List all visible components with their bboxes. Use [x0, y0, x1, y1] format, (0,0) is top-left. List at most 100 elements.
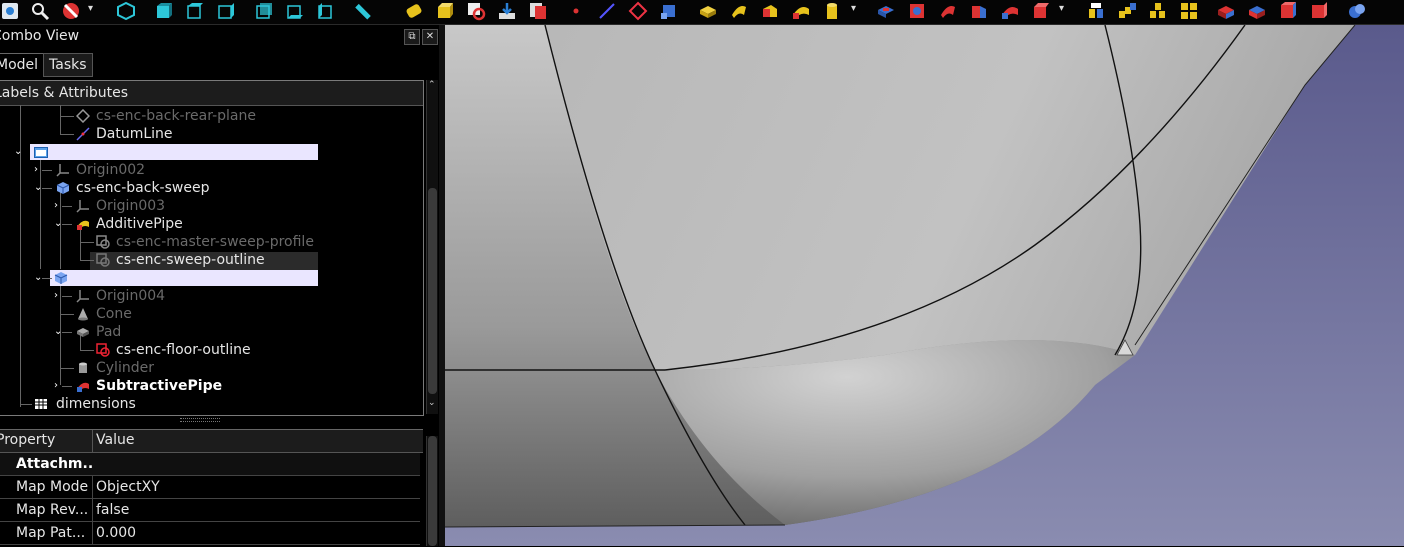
tree-item-floor-outline[interactable]: cs-enc-floor-outline	[0, 341, 400, 359]
view-rear-icon[interactable]	[254, 1, 274, 21]
draw-style-dropdown-icon[interactable]: ▾	[88, 3, 93, 14]
view-front-icon[interactable]	[154, 1, 174, 21]
combo-view-title: Combo View	[0, 28, 80, 44]
zoom-icon[interactable]	[30, 1, 50, 21]
property-scroll-thumb[interactable]	[428, 436, 437, 546]
collapse-arrow-icon[interactable]: ⌄	[14, 143, 22, 161]
body-icon	[54, 272, 68, 284]
datum-point-icon[interactable]	[566, 1, 586, 21]
tree-item-cone[interactable]: Cone	[0, 305, 400, 323]
property-row[interactable]: Map Mode ObjectXY	[0, 476, 420, 499]
subtractive-pipe-tool-icon[interactable]	[1000, 1, 1020, 21]
view-fit-icon[interactable]	[0, 1, 20, 21]
close-panel-icon[interactable]: ✕	[422, 29, 438, 45]
property-name: Map Mode	[16, 479, 89, 495]
tree-item-origin003[interactable]: › Origin003	[0, 197, 400, 215]
origin-icon	[76, 200, 89, 213]
property-row[interactable]: Map Rev... false	[0, 499, 420, 522]
additive-pipe-tool-icon[interactable]	[791, 1, 811, 21]
tree-item-body[interactable]: ⌄	[0, 269, 400, 287]
fillet-icon[interactable]	[1216, 1, 1236, 21]
view-left-icon[interactable]	[316, 1, 336, 21]
scroll-down-icon[interactable]: ⌄	[428, 398, 436, 408]
tree-item-rear-plane[interactable]: cs-enc-back-rear-plane	[0, 107, 400, 125]
3d-viewport[interactable]	[445, 25, 1404, 546]
tree-item-additive-pipe[interactable]: ⌄ AdditivePipe	[0, 215, 400, 233]
revolution-icon[interactable]	[729, 1, 749, 21]
property-row[interactable]: Map Pat... 0.000	[0, 522, 420, 545]
chamfer-icon[interactable]	[1247, 1, 1267, 21]
view-isometric-icon[interactable]	[116, 1, 136, 21]
local-cs-icon[interactable]	[659, 1, 679, 21]
expand-arrow-icon[interactable]: ›	[54, 287, 58, 305]
datum-line-tool-icon[interactable]	[597, 1, 617, 21]
tab-model[interactable]: Model	[0, 53, 45, 76]
shape-binder-icon	[96, 253, 110, 267]
subtractive-loft-icon[interactable]	[969, 1, 989, 21]
panel-splitter-handle[interactable]	[180, 418, 220, 422]
tree-item-origin004[interactable]: › Origin004	[0, 287, 400, 305]
tree-scroll-thumb[interactable]	[428, 188, 437, 394]
property-scrollbar[interactable]	[426, 436, 438, 546]
property-column-header[interactable]: Property	[0, 432, 55, 448]
tree-item-datum-line[interactable]: DatumLine	[0, 125, 400, 143]
tree-item-cylinder[interactable]: Cylinder	[0, 359, 400, 377]
scroll-up-icon[interactable]: ⌃	[428, 80, 436, 90]
view-top-icon[interactable]	[185, 1, 205, 21]
tab-tasks[interactable]: Tasks	[43, 53, 93, 77]
tree-item-pad[interactable]: ⌄ Pad	[0, 323, 400, 341]
additive-primitive-dropdown-icon[interactable]: ▾	[851, 3, 856, 14]
spreadsheet-icon	[35, 399, 47, 409]
expand-arrow-icon[interactable]: ›	[34, 161, 38, 179]
thickness-icon[interactable]	[1309, 1, 1329, 21]
property-value[interactable]: ObjectXY	[96, 476, 160, 498]
tree-item-dimensions[interactable]: dimensions	[0, 395, 400, 413]
tree-scrollbar[interactable]: ⌃ ⌄	[426, 80, 438, 414]
combo-view-tabs: Model Tasks	[0, 53, 445, 77]
boolean-icon[interactable]	[1347, 1, 1367, 21]
additive-primitive-icon[interactable]	[822, 1, 842, 21]
multi-transform-icon[interactable]	[1179, 1, 1199, 21]
draw-style-icon[interactable]	[61, 1, 81, 21]
view-bottom-icon[interactable]	[285, 1, 305, 21]
tree-item-sweep-outline[interactable]: cs-enc-sweep-outline	[0, 251, 400, 269]
linear-pattern-icon[interactable]	[1117, 1, 1137, 21]
value-column-header[interactable]: Value	[96, 432, 134, 448]
tree-header: Labels & Attributes	[0, 81, 423, 106]
measure-icon[interactable]	[353, 1, 373, 21]
additive-pipe-icon	[77, 220, 89, 230]
folder-icon	[34, 147, 48, 158]
additive-loft-icon[interactable]	[760, 1, 780, 21]
float-panel-icon[interactable]: ⧉	[404, 29, 420, 45]
property-group-row[interactable]: Attachm..	[0, 453, 420, 476]
create-binder-icon[interactable]	[466, 1, 486, 21]
subtractive-primitive-icon[interactable]	[1031, 1, 1051, 21]
hole-icon[interactable]	[907, 1, 927, 21]
create-body-icon[interactable]	[435, 1, 455, 21]
mirrored-icon[interactable]	[1086, 1, 1106, 21]
tree-item-folder[interactable]: ⌄	[0, 143, 400, 161]
tree-item-origin002[interactable]: › Origin002	[0, 161, 400, 179]
subtractive-primitive-dropdown-icon[interactable]: ▾	[1059, 3, 1064, 14]
property-group-label: Attachm..	[16, 456, 94, 472]
expand-arrow-icon[interactable]: ›	[54, 377, 58, 395]
view-right-icon[interactable]	[216, 1, 236, 21]
property-name: Map Rev...	[16, 502, 89, 518]
import-icon[interactable]	[497, 1, 517, 21]
shape-binder-icon	[96, 235, 110, 249]
tree-item-subtractive-pipe[interactable]: › SubtractivePipe	[0, 377, 400, 395]
tree-item-back-sweep[interactable]: ⌄ cs-enc-back-sweep	[0, 179, 400, 197]
pocket-icon[interactable]	[876, 1, 896, 21]
draft-icon[interactable]	[1278, 1, 1298, 21]
expand-arrow-icon[interactable]: ›	[54, 197, 58, 215]
datum-plane-tool-icon[interactable]	[628, 1, 648, 21]
groove-icon[interactable]	[938, 1, 958, 21]
tree-item-master-sweep-profile[interactable]: cs-enc-master-sweep-profile	[0, 233, 400, 251]
polar-pattern-icon[interactable]	[1148, 1, 1168, 21]
property-value[interactable]: false	[96, 499, 129, 521]
property-value[interactable]: 0.000	[96, 522, 136, 544]
origin-icon	[76, 290, 89, 303]
pad-tool-icon[interactable]	[698, 1, 718, 21]
sketch-icon[interactable]	[404, 1, 424, 21]
clone-icon[interactable]	[528, 1, 548, 21]
